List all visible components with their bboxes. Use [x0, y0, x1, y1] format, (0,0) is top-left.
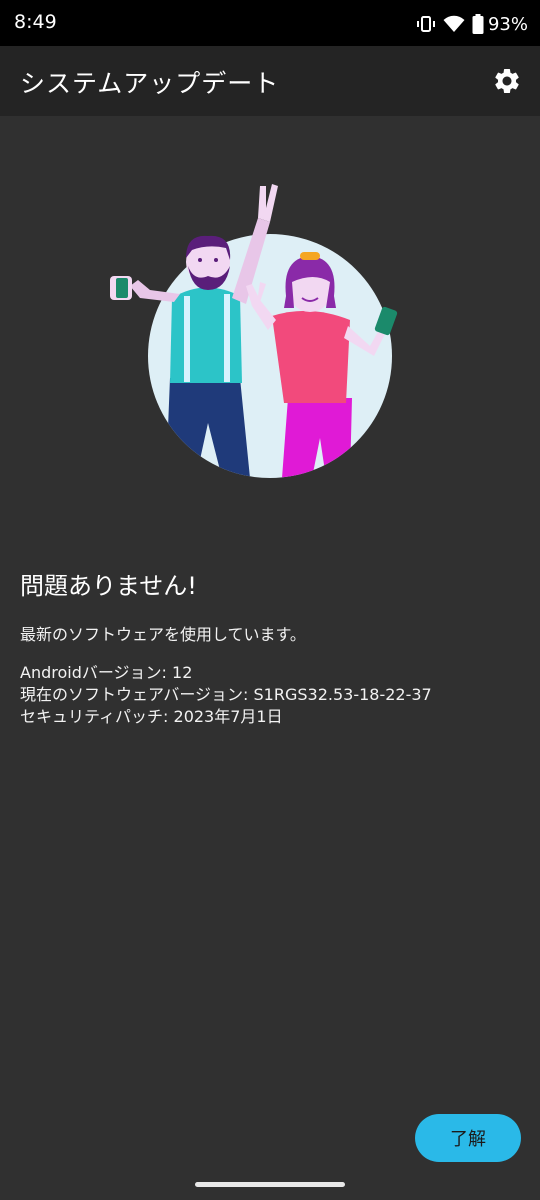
- gear-icon: [495, 69, 519, 93]
- app-bar: システムアップデート: [0, 46, 540, 116]
- vibrate-icon: [416, 14, 436, 34]
- android-version: Androidバージョン: 12: [20, 663, 193, 682]
- status-heading: 問題ありません!: [20, 572, 197, 600]
- status-time: 8:49: [14, 11, 57, 33]
- settings-button[interactable]: [492, 66, 522, 96]
- status-icons: 93%: [416, 11, 528, 37]
- system-update-screen: 8:49 93% システムアップデート 問題ありません! 最新のソフトウェアを使…: [0, 0, 540, 1200]
- page-title: システムアップデート: [20, 69, 280, 98]
- battery-icon: [472, 14, 484, 34]
- software-version: 現在のソフトウェアバージョン: S1RGS32.53-18-22-37: [20, 685, 432, 704]
- battery-percent: 93%: [487, 13, 528, 35]
- status-bar: 8:49 93%: [0, 0, 540, 46]
- ok-button[interactable]: 了解: [415, 1114, 521, 1162]
- version-info: Androidバージョン: 12 現在のソフトウェアバージョン: S1RGS32…: [20, 662, 432, 728]
- wifi-icon: [443, 15, 465, 33]
- home-gesture-handle[interactable]: [195, 1182, 345, 1187]
- celebration-illustration: [100, 178, 410, 488]
- status-message: 最新のソフトウェアを使用しています。: [20, 625, 306, 644]
- security-patch: セキュリティパッチ: 2023年7月1日: [20, 707, 283, 726]
